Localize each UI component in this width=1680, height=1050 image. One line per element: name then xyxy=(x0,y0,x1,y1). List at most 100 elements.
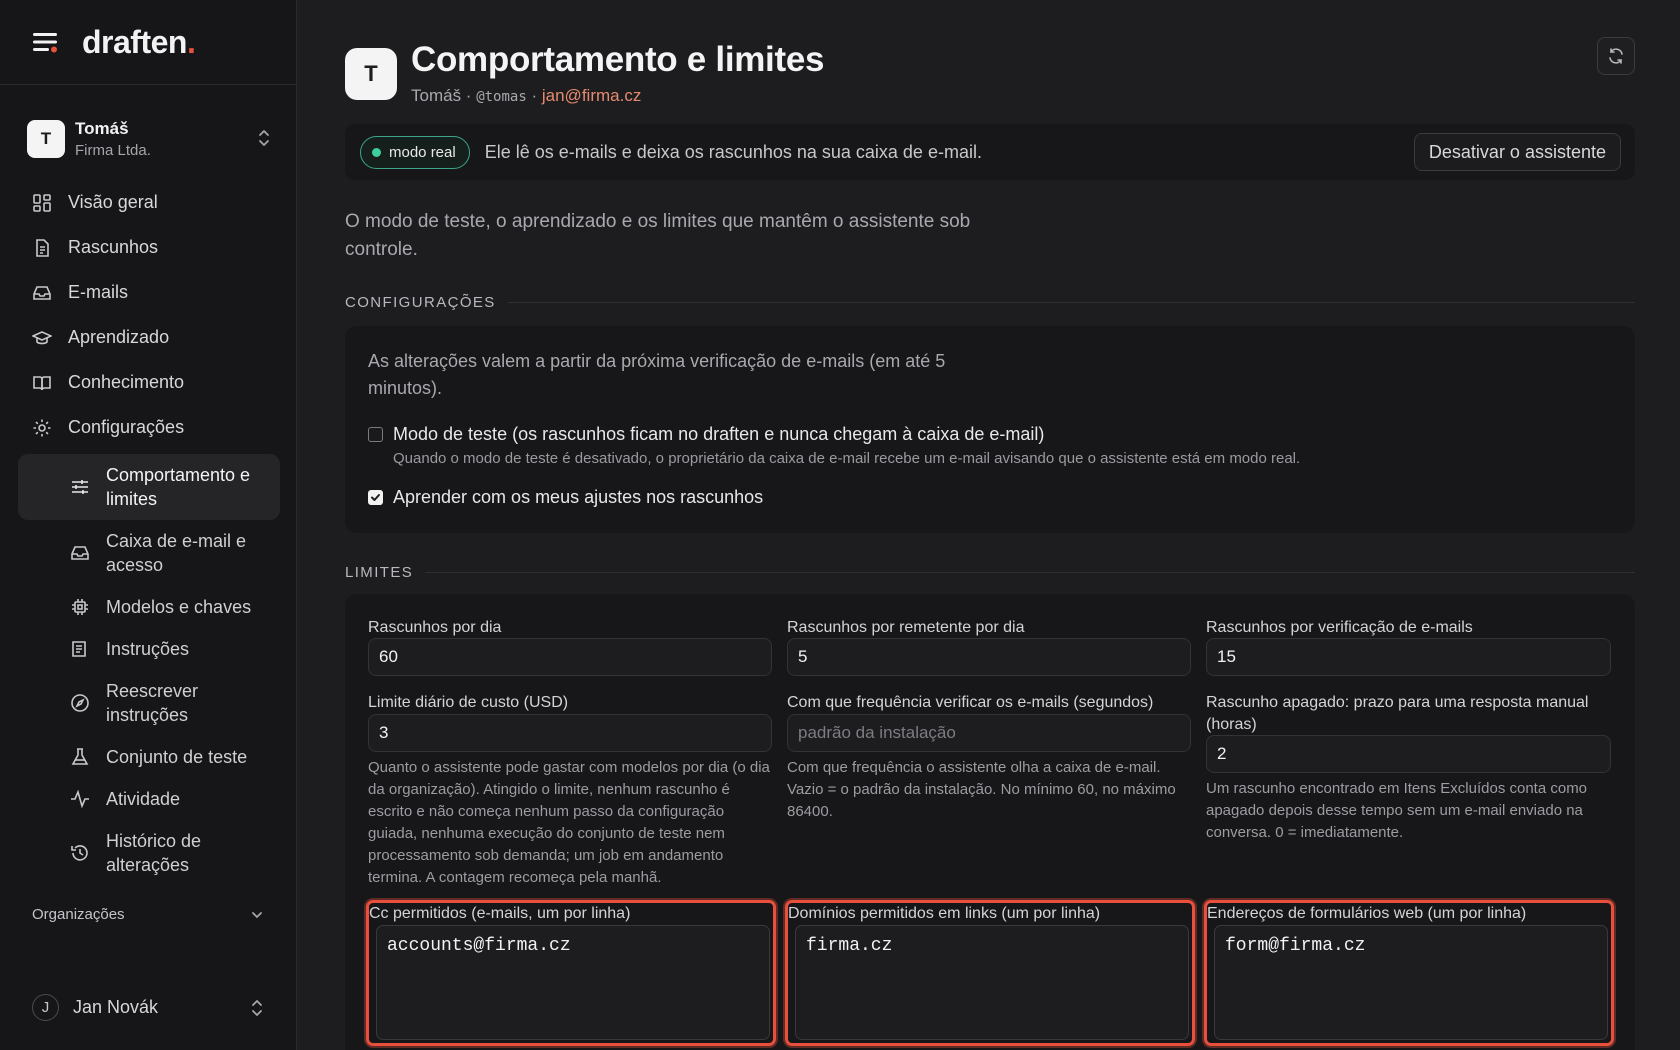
drafts-per-check-label: Rascunhos por verificação de e-mails xyxy=(1206,619,1473,636)
separator: · xyxy=(461,86,477,105)
deleted-draft-help: Um rascunho encontrado em Itens Excluído… xyxy=(1206,780,1588,841)
nav-item-knowledge[interactable]: Conhecimento xyxy=(18,360,280,405)
menu-icon[interactable] xyxy=(32,31,60,53)
status-badge-label: modo real xyxy=(389,143,456,161)
limits-heading: LIMITES xyxy=(345,564,1635,581)
page-title: Comportamento e limites xyxy=(411,40,825,79)
nav-item-settings[interactable]: Configurações xyxy=(18,405,280,450)
allowed-cc-label: Cc permitidos (e-mails, um por linha) xyxy=(369,905,631,922)
learn-checkbox-row[interactable]: Aprender com os meus ajustes nos rascunh… xyxy=(368,487,763,508)
owner-name: Tomáš xyxy=(411,86,462,105)
sub-item-label: Histórico de alterações xyxy=(106,831,202,875)
web-forms-label: Endereços de formulários web (um por lin… xyxy=(1207,905,1527,922)
sidebar: draften. T Tomáš Firma Ltda. Visão geral… xyxy=(0,0,297,1050)
org-switcher[interactable]: T Tomáš Firma Ltda. xyxy=(27,114,271,164)
daily-cost-label: Limite diário de custo (USD) xyxy=(368,694,569,711)
history-icon xyxy=(71,845,88,861)
sub-item-label: Caixa de e-mail e acesso xyxy=(106,531,247,575)
sub-item-change-history[interactable]: Histórico de alterações xyxy=(18,820,280,886)
page-subtitle: Tomáš · @tomas · jan@firma.cz xyxy=(411,86,824,106)
check-frequency-input[interactable] xyxy=(787,714,1191,752)
learn-label: Aprender com os meus ajustes nos rascunh… xyxy=(393,487,764,507)
organizations-toggle[interactable]: Organizações xyxy=(32,906,264,923)
compass-icon xyxy=(71,694,89,712)
organizations-label: Organizações xyxy=(32,906,125,923)
learn-checkbox[interactable] xyxy=(368,490,383,505)
org-company-name: Firma Ltda. xyxy=(75,142,151,159)
logo[interactable]: draften. xyxy=(82,24,196,61)
sub-item-label: Reescrever instruções xyxy=(106,681,199,725)
chevrons-up-down-icon xyxy=(257,128,271,148)
org-user-name: Tomáš xyxy=(75,119,129,138)
nav-label: Configurações xyxy=(68,417,185,437)
daily-cost-help: Quanto o assistente pode gastar com mode… xyxy=(368,759,770,886)
list-icon xyxy=(72,641,86,657)
nav-label: Rascunhos xyxy=(68,237,159,257)
nav-item-emails[interactable]: E-mails xyxy=(18,270,280,315)
sub-item-mailbox-access[interactable]: Caixa de e-mail e acesso xyxy=(18,520,280,586)
drafts-per-sender-label: Rascunhos por remetente por dia xyxy=(787,619,1025,636)
org-avatar: T xyxy=(27,120,65,158)
check-frequency-label: Com que frequência verificar os e-mails … xyxy=(787,694,1154,711)
grid-icon xyxy=(33,193,51,212)
page-intro: O modo de teste, o aprendizado e os limi… xyxy=(345,211,971,260)
settings-heading: CONFIGURAÇÕES xyxy=(345,294,1635,311)
deleted-draft-label: Rascunho apagado: prazo para uma respost… xyxy=(1206,694,1589,733)
deleted-draft-input[interactable] xyxy=(1206,735,1611,773)
drafts-per-check-input[interactable] xyxy=(1206,638,1611,676)
status-bar: modo real Ele lê os e-mails e deixa os r… xyxy=(345,124,1635,180)
limits-heading-label: LIMITES xyxy=(345,564,414,581)
nav-label: Aprendizado xyxy=(68,327,170,347)
nav-item-drafts[interactable]: Rascunhos xyxy=(18,225,280,270)
check-frequency-help: Com que frequência o assistente olha a c… xyxy=(787,759,1176,820)
inbox-icon xyxy=(71,546,89,560)
brand-bar: draften. xyxy=(0,0,296,85)
sub-item-models-keys[interactable]: Modelos e chaves xyxy=(18,586,280,628)
sub-item-label: Conjunto de teste xyxy=(106,747,248,767)
test-mode-label: Modo de teste (os rascunhos ficam no dra… xyxy=(393,424,1045,444)
web-forms-textarea[interactable]: form@firma.cz xyxy=(1214,925,1608,1040)
status-text: Ele lê os e-mails e deixa os rascunhos n… xyxy=(484,141,982,162)
avatar: T xyxy=(345,48,397,100)
test-mode-checkbox[interactable] xyxy=(368,427,383,442)
sub-item-label: Comportamento e limites xyxy=(106,465,251,509)
drafts-per-day-label: Rascunhos por dia xyxy=(368,619,502,636)
flask-icon xyxy=(71,748,89,765)
drafts-per-sender-input[interactable] xyxy=(787,638,1191,676)
refresh-button[interactable] xyxy=(1597,37,1635,75)
sub-item-test-set[interactable]: Conjunto de teste xyxy=(18,736,280,778)
owner-email-link[interactable]: jan@firma.cz xyxy=(542,86,641,105)
check-icon xyxy=(371,494,380,501)
book-icon xyxy=(33,375,51,390)
status-badge: modo real xyxy=(360,135,470,169)
allowed-domains-label: Domínios permitidos em links (um por lin… xyxy=(788,905,1101,922)
web-forms-field: Endereços de formulários web (um por lin… xyxy=(1204,900,1614,1046)
nav-label: Conhecimento xyxy=(68,372,185,392)
user-menu[interactable]: J Jan Novák xyxy=(32,994,264,1021)
owner-handle: @tomas xyxy=(476,89,527,105)
nav-label: E-mails xyxy=(68,282,129,302)
sub-item-label: Atividade xyxy=(106,789,181,809)
test-mode-checkbox-row[interactable]: Modo de teste (os rascunhos ficam no dra… xyxy=(368,424,1044,445)
separator: · xyxy=(526,86,542,105)
allowed-domains-field: Domínios permitidos em links (um por lin… xyxy=(785,900,1195,1046)
file-icon xyxy=(36,238,49,257)
sub-item-behavior-limits[interactable]: Comportamento e limites xyxy=(18,454,280,520)
allowed-domains-textarea[interactable]: firma.cz xyxy=(795,925,1189,1040)
drafts-per-day-input[interactable] xyxy=(368,638,772,676)
daily-cost-input[interactable] xyxy=(368,714,772,752)
nav-item-learning[interactable]: Aprendizado xyxy=(18,315,280,360)
sub-item-instructions[interactable]: Instruções xyxy=(18,628,280,670)
sub-item-label: Instruções xyxy=(106,639,190,659)
activity-icon xyxy=(71,789,89,809)
allowed-cc-textarea[interactable]: accounts@firma.cz xyxy=(376,925,770,1040)
sub-item-activity[interactable]: Atividade xyxy=(18,778,280,820)
deactivate-assistant-button[interactable]: Desativar o assistente xyxy=(1413,133,1621,171)
sub-item-rewrite-instructions[interactable]: Reescrever instruções xyxy=(18,670,280,736)
settings-card: As alterações valem a partir da próxima … xyxy=(345,326,1635,533)
avatar: J xyxy=(32,994,59,1021)
allowed-cc-field: Cc permitidos (e-mails, um por linha) ac… xyxy=(366,900,776,1046)
nav-item-overview[interactable]: Visão geral xyxy=(18,180,280,225)
graduation-cap-icon xyxy=(32,330,52,344)
nav-label: Visão geral xyxy=(68,192,158,212)
